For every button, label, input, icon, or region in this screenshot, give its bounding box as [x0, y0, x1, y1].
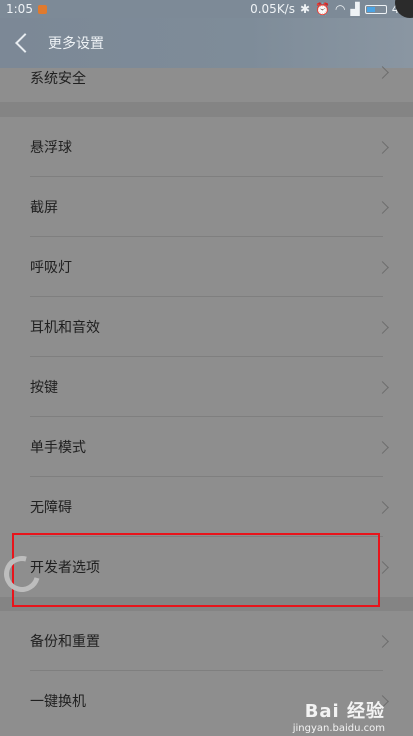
- menu-item-label: 系统安全: [30, 71, 86, 87]
- chevron-right-icon: [376, 320, 389, 334]
- menu-item-buttons[interactable]: 按键: [0, 357, 413, 417]
- settings-list: 系统安全 悬浮球 截屏 呼吸灯 耳机和音效 按键 单手模式 无障碍 开发者选项 …: [0, 66, 413, 731]
- watermark-site: jingyan.baidu.com: [292, 723, 385, 734]
- bluetooth-icon: ✱: [299, 2, 311, 16]
- back-icon[interactable]: [15, 33, 35, 53]
- header-bar: 更多设置: [0, 18, 413, 68]
- chevron-right-icon: [376, 634, 389, 648]
- watermark-brand: Bai 经验: [304, 701, 385, 722]
- menu-item-backup-reset[interactable]: 备份和重置: [0, 611, 413, 671]
- menu-item-one-hand-mode[interactable]: 单手模式: [0, 417, 413, 477]
- app-notification-icon: [37, 4, 47, 14]
- page-title: 更多设置: [48, 36, 104, 52]
- menu-item-label: 悬浮球: [30, 140, 72, 156]
- chevron-right-icon: [376, 260, 389, 274]
- menu-item-label: 按键: [30, 380, 58, 396]
- status-time: 1:05: [6, 2, 33, 16]
- highlight-box: [12, 533, 380, 607]
- menu-item-headphones-audio[interactable]: 耳机和音效: [0, 297, 413, 357]
- menu-item-breathing-light[interactable]: 呼吸灯: [0, 237, 413, 297]
- chevron-right-icon: [376, 200, 389, 214]
- wifi-icon: ◠: [335, 2, 346, 16]
- network-speed: 0.05K/s: [250, 2, 295, 16]
- menu-item-label: 耳机和音效: [30, 320, 100, 336]
- menu-item-screenshot[interactable]: 截屏: [0, 177, 413, 237]
- menu-item-label: 截屏: [30, 200, 58, 216]
- menu-item-floating-ball[interactable]: 悬浮球: [0, 117, 413, 177]
- section-divider: [0, 102, 413, 117]
- battery-fill: [366, 6, 375, 12]
- menu-item-system-security[interactable]: 系统安全: [0, 66, 413, 102]
- watermark: Bai 经验 jingyan.baidu.com: [293, 697, 385, 734]
- menu-item-accessibility[interactable]: 无障碍: [0, 477, 413, 537]
- status-bar: 1:05 0.05K/s ✱ ⏰ ◠ ▟ 43: [0, 0, 413, 18]
- menu-item-label: 呼吸灯: [30, 260, 72, 276]
- chevron-right-icon: [376, 380, 389, 394]
- chevron-right-icon: [376, 500, 389, 514]
- chevron-right-icon: [376, 66, 389, 79]
- alarm-icon: ⏰: [315, 2, 330, 16]
- chevron-right-icon: [376, 440, 389, 454]
- chevron-right-icon: [376, 140, 389, 154]
- battery-icon: [364, 4, 387, 14]
- menu-item-label: 备份和重置: [30, 634, 100, 650]
- signal-icon: ▟: [350, 2, 360, 16]
- menu-item-label: 无障碍: [30, 500, 72, 516]
- menu-item-label: 单手模式: [30, 440, 86, 456]
